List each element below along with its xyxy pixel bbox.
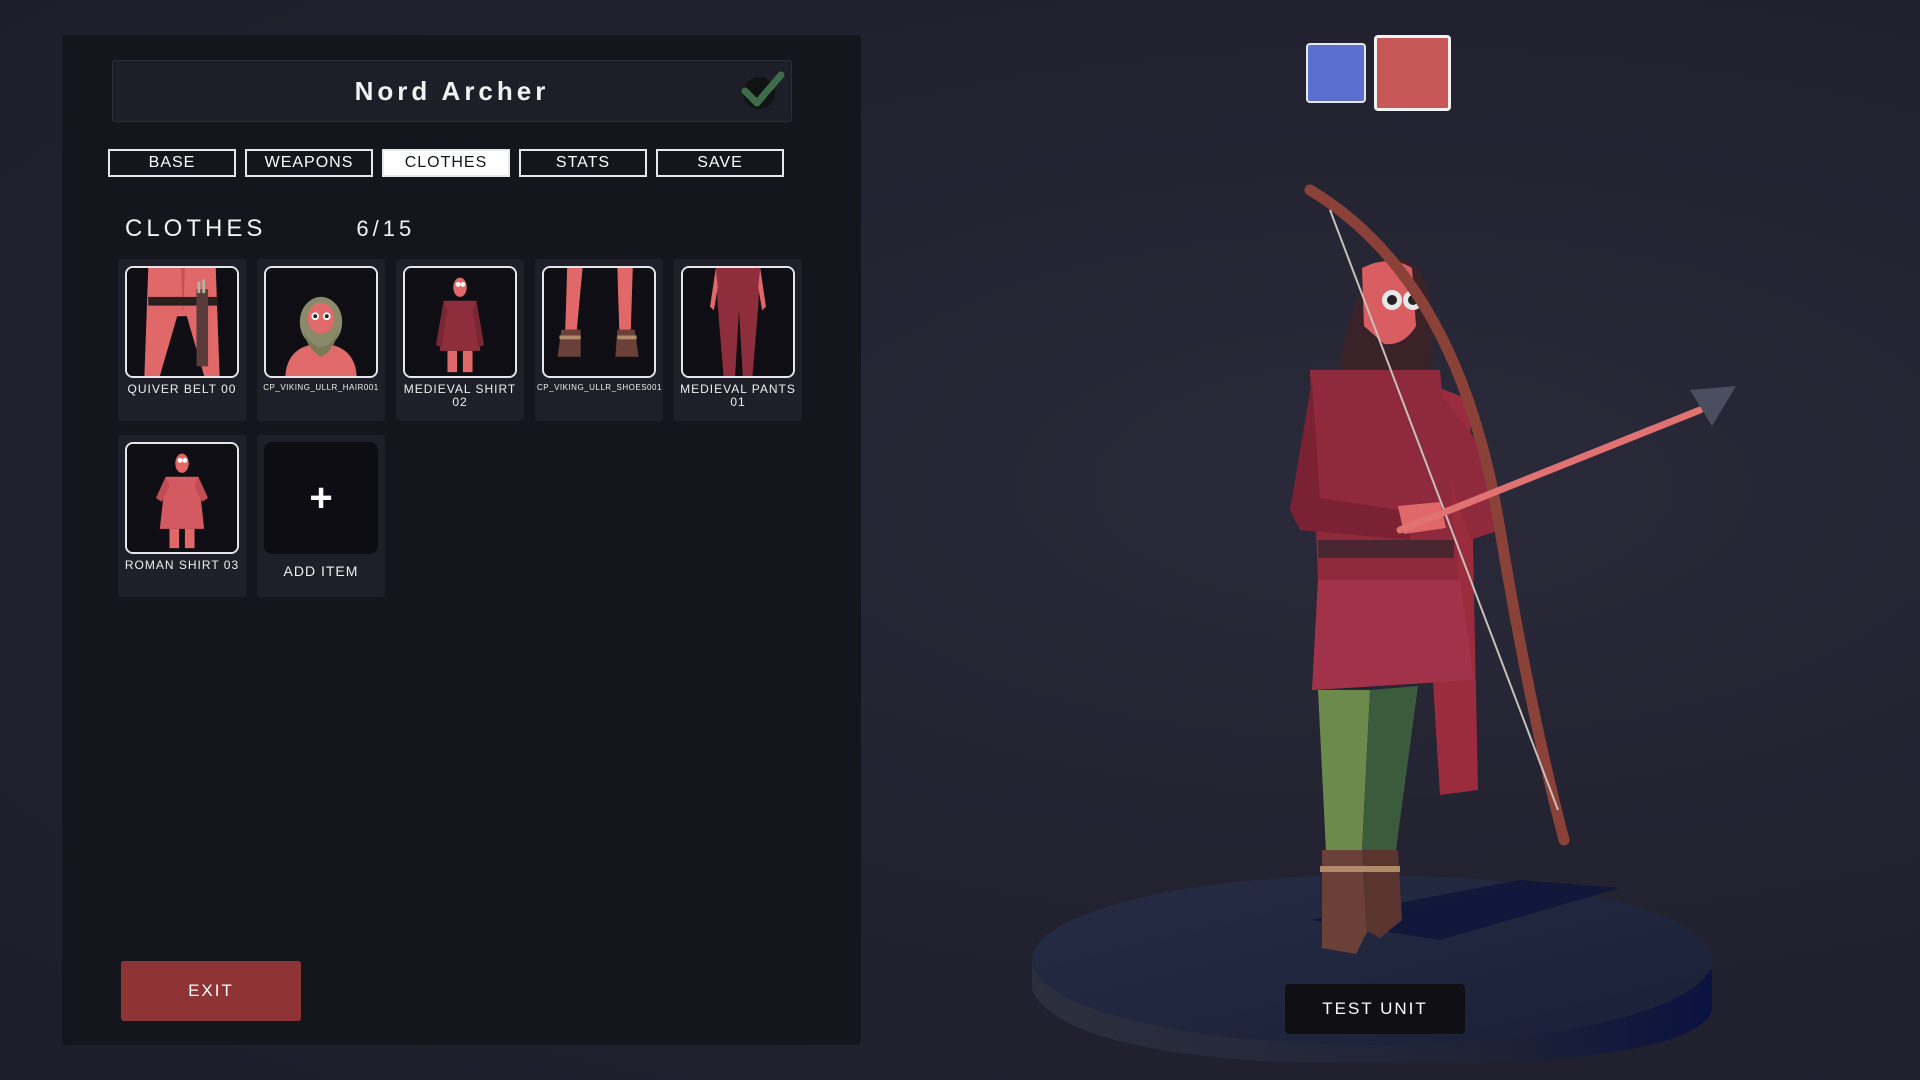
add-item-label: ADD ITEM	[283, 563, 359, 579]
clothing-item-viking-shoes[interactable]: CP_VIKING_ULLR_SHOES001	[535, 259, 663, 421]
unit-name: Nord Archer	[354, 75, 550, 106]
item-thumbnail	[125, 442, 239, 554]
team-color-blue[interactable]	[1306, 43, 1366, 103]
clothing-item-viking-hair[interactable]: CP_VIKING_ULLR_HAIR001	[257, 259, 385, 421]
item-thumbnail	[681, 266, 795, 378]
item-label: CP_VIKING_ULLR_SHOES001	[537, 383, 662, 392]
archer-character	[1290, 184, 1736, 954]
viking-hair-preview	[266, 268, 376, 376]
medieval-pants-preview	[683, 268, 793, 376]
unit-name-bar[interactable]: Nord Archer	[112, 60, 792, 122]
clothing-item-medieval-shirt[interactable]: MEDIEVAL SHIRT 02	[396, 259, 524, 421]
item-label: MEDIEVAL SHIRT 02	[403, 382, 517, 409]
item-thumbnail	[125, 266, 239, 378]
tab-base[interactable]: BASE	[108, 149, 236, 177]
team-color-red[interactable]	[1374, 35, 1451, 111]
clothing-item-roman-shirt[interactable]: ROMAN SHIRT 03	[118, 435, 246, 597]
item-label: MEDIEVAL PANTS 01	[680, 382, 796, 409]
unit-editor-panel: Nord Archer BASE WEAPONS CLOTHES STATS S…	[62, 35, 861, 1045]
quiver-belt-preview	[127, 268, 237, 376]
editor-tabs: BASE WEAPONS CLOTHES STATS SAVE	[108, 149, 784, 177]
clothing-item-quiver-belt[interactable]: QUIVER BELT 00	[118, 259, 246, 421]
plus-icon: +	[309, 475, 333, 520]
item-label: ROMAN SHIRT 03	[124, 558, 240, 572]
roman-shirt-preview	[127, 444, 237, 552]
add-item-button[interactable]: + ADD ITEM	[257, 435, 385, 597]
clothes-header: CLOTHES 6/15	[125, 215, 415, 243]
check-icon[interactable]	[737, 67, 787, 113]
tab-save[interactable]: SAVE	[656, 149, 784, 177]
item-thumbnail	[403, 266, 517, 378]
section-title: CLOTHES	[125, 215, 267, 242]
tab-clothes[interactable]: CLOTHES	[382, 149, 510, 177]
tab-weapons[interactable]: WEAPONS	[245, 149, 373, 177]
tab-stats[interactable]: STATS	[519, 149, 647, 177]
item-label: QUIVER BELT 00	[127, 382, 237, 396]
medieval-shirt-preview	[405, 268, 515, 376]
item-thumbnail	[542, 266, 656, 378]
viking-shoes-preview	[544, 268, 654, 376]
exit-button[interactable]: EXIT	[121, 961, 301, 1021]
clothes-count: 6/15	[356, 216, 416, 241]
item-label: CP_VIKING_ULLR_HAIR001	[263, 383, 379, 392]
clothes-grid: QUIVER BELT 00 CP_VIKING_ULLR_HAIR001 ME…	[118, 259, 808, 597]
test-unit-button[interactable]: TEST UNIT	[1285, 984, 1465, 1034]
item-thumbnail	[264, 266, 378, 378]
clothing-item-medieval-pants[interactable]: MEDIEVAL PANTS 01	[674, 259, 802, 421]
unit-preview-viewport[interactable]	[1000, 150, 1800, 1080]
add-item-tile: +	[264, 442, 378, 554]
